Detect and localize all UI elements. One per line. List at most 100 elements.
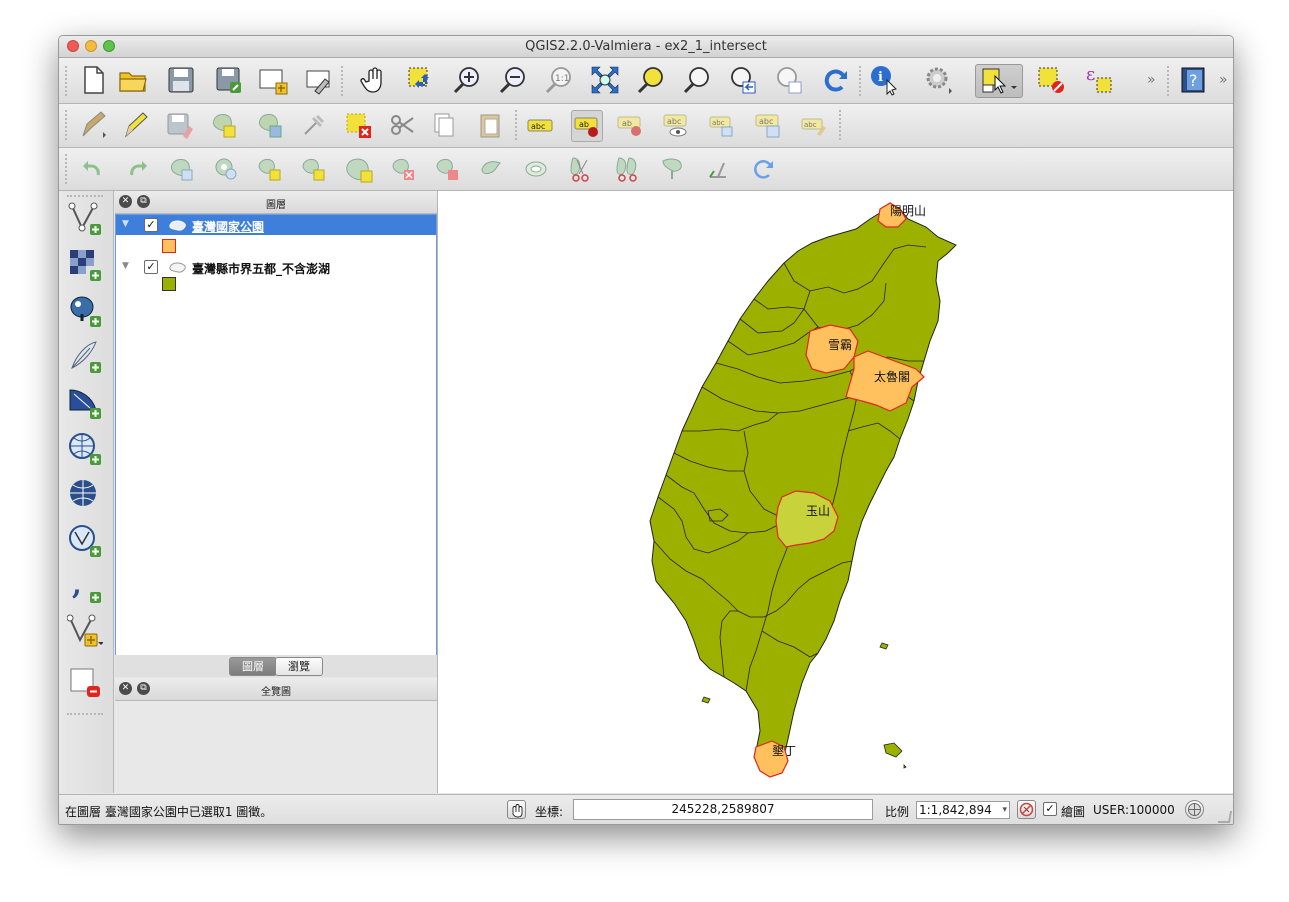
delete-part-icon[interactable] <box>389 154 419 184</box>
toolbar-overflow-icon[interactable]: » <box>1147 72 1156 88</box>
rotate-label-icon[interactable]: abc <box>753 110 783 140</box>
map-svg[interactable]: 陽明山 雪霸 太魯閣 玉山 墾丁 <box>438 191 1234 793</box>
reshape-features-icon[interactable] <box>433 154 463 184</box>
layer-symbol-swatch[interactable] <box>162 277 176 291</box>
add-mssql-layer-icon[interactable] <box>67 385 103 421</box>
zoom-to-selection-icon[interactable] <box>635 64 667 96</box>
minimize-window-button[interactable] <box>85 40 97 52</box>
identify-icon[interactable]: i <box>869 64 901 96</box>
panel-tabs: 圖層 瀏覽 <box>115 655 437 677</box>
open-project-icon[interactable] <box>117 64 149 96</box>
node-tool-icon[interactable] <box>299 110 329 140</box>
scale-combo[interactable]: 1:1,842,894 ▾ <box>916 801 1010 819</box>
offset-curve-icon[interactable] <box>477 154 507 184</box>
toggle-editing-icon[interactable] <box>119 110 149 140</box>
add-wfs-layer-icon[interactable] <box>67 523 103 559</box>
cut-features-icon[interactable] <box>387 110 417 140</box>
save-project-icon[interactable] <box>165 64 197 96</box>
pan-to-selection-icon[interactable] <box>405 64 437 96</box>
zoom-in-icon[interactable] <box>451 64 483 96</box>
add-wms-layer-icon[interactable] <box>67 431 103 467</box>
zoom-last-icon[interactable] <box>727 64 759 96</box>
copy-features-icon[interactable] <box>429 110 459 140</box>
undo-icon[interactable] <box>77 154 107 184</box>
pin-labels-icon[interactable]: ab <box>571 110 603 142</box>
remove-layer-icon[interactable] <box>67 665 103 701</box>
select-features-icon[interactable] <box>975 64 1023 98</box>
overview-map-area[interactable] <box>115 702 437 793</box>
close-window-button[interactable] <box>67 40 79 52</box>
toolbar-grip <box>67 713 103 717</box>
tab-browser[interactable]: 瀏覽 <box>275 657 323 676</box>
zoom-to-layer-icon[interactable] <box>681 64 713 96</box>
deselect-icon[interactable] <box>1035 64 1067 96</box>
add-postgis-layer-icon[interactable] <box>67 293 103 329</box>
title-bar: QGIS2.2.0-Valmiera - ex2_1_intersect <box>59 36 1233 58</box>
add-part-icon[interactable] <box>255 154 285 184</box>
new-project-icon[interactable] <box>77 64 109 96</box>
delete-ring-icon[interactable] <box>345 154 375 184</box>
move-label-icon[interactable]: abc <box>707 110 737 140</box>
zoom-actual-size-icon[interactable]: 1:1 <box>543 64 575 96</box>
add-wcs-layer-icon[interactable] <box>67 477 103 513</box>
refresh-icon[interactable] <box>819 64 851 96</box>
reload-icon[interactable] <box>749 154 779 184</box>
label-tool-icon[interactable]: abc <box>525 110 555 140</box>
save-edits-icon[interactable] <box>165 110 195 140</box>
expand-arrow-icon[interactable]: ▼ <box>122 261 129 271</box>
svg-text:i: i <box>878 70 883 85</box>
composer-manager-icon[interactable] <box>303 64 335 96</box>
paste-features-icon[interactable] <box>475 110 505 140</box>
add-vector-layer-icon[interactable] <box>67 201 103 237</box>
projection-globe-icon[interactable] <box>1185 800 1204 819</box>
current-edits-icon[interactable] <box>77 110 107 140</box>
zoom-out-icon[interactable] <box>497 64 529 96</box>
pan-icon[interactable] <box>359 64 391 96</box>
map-canvas[interactable]: 陽明山 雪霸 太魯閣 玉山 墾丁 <box>437 191 1234 793</box>
zoom-full-icon[interactable] <box>589 64 621 96</box>
move-feature-icon[interactable] <box>255 110 285 140</box>
help-icon[interactable]: ? <box>1177 64 1209 96</box>
add-spatialite-layer-icon[interactable] <box>67 339 103 375</box>
coordinate-toggle-icon[interactable] <box>507 800 526 819</box>
delete-selected-icon[interactable] <box>343 110 373 140</box>
toolbar-overflow-icon-2[interactable]: » <box>1219 72 1228 88</box>
new-shapefile-layer-icon[interactable] <box>67 613 103 649</box>
toolbar-grip <box>67 195 103 199</box>
expression-select-icon[interactable]: ε <box>1083 64 1115 96</box>
render-checkbox[interactable]: ✓ <box>1043 802 1057 816</box>
zoom-window-button[interactable] <box>103 40 115 52</box>
redo-icon[interactable] <box>123 154 153 184</box>
fill-ring-icon[interactable] <box>299 154 329 184</box>
split-features-icon[interactable] <box>521 154 551 184</box>
expand-arrow-icon[interactable]: ▼ <box>122 219 129 229</box>
split-parts-icon[interactable] <box>567 154 597 184</box>
merge-selected-icon[interactable] <box>613 154 643 184</box>
layer-symbol-swatch[interactable] <box>162 239 176 253</box>
rotate-point-symbols-icon[interactable] <box>703 154 733 184</box>
add-feature-icon[interactable] <box>209 110 239 140</box>
crs-status[interactable]: USER:100000 <box>1093 803 1175 817</box>
save-as-icon[interactable] <box>213 64 245 96</box>
coordinate-field[interactable]: 245228,2589807 <box>573 799 873 820</box>
highlight-pinned-icon[interactable]: abc <box>661 110 691 140</box>
layer-visibility-checkbox[interactable]: ✓ <box>144 218 158 232</box>
tab-layers[interactable]: 圖層 <box>229 657 277 676</box>
simplify-feature-icon[interactable] <box>167 154 197 184</box>
add-ring-icon[interactable] <box>211 154 241 184</box>
resize-grip-icon[interactable] <box>1217 811 1233 823</box>
add-delimited-text-layer-icon[interactable]: , <box>67 569 103 605</box>
add-raster-layer-icon[interactable] <box>67 247 103 283</box>
chevron-down-icon[interactable]: ▾ <box>1002 802 1007 818</box>
rotation-lock-icon[interactable] <box>1017 800 1036 819</box>
layer-row-county-boundaries[interactable]: ▼ ✓ 臺灣縣市界五都_不含澎湖 <box>116 257 436 277</box>
run-action-icon[interactable] <box>923 64 955 96</box>
layer-row-national-parks[interactable]: ▼ ✓ 臺灣國家公園 <box>116 215 436 235</box>
zoom-next-icon[interactable] <box>773 64 805 96</box>
layers-panel-header: ✕ ⧉ 圖層 <box>115 191 437 214</box>
change-label-icon[interactable]: abc <box>799 110 829 140</box>
show-hide-labels-icon[interactable]: ab <box>615 110 645 140</box>
layer-visibility-checkbox[interactable]: ✓ <box>144 260 158 274</box>
merge-attributes-icon[interactable] <box>657 154 687 184</box>
new-print-composer-icon[interactable] <box>257 64 289 96</box>
